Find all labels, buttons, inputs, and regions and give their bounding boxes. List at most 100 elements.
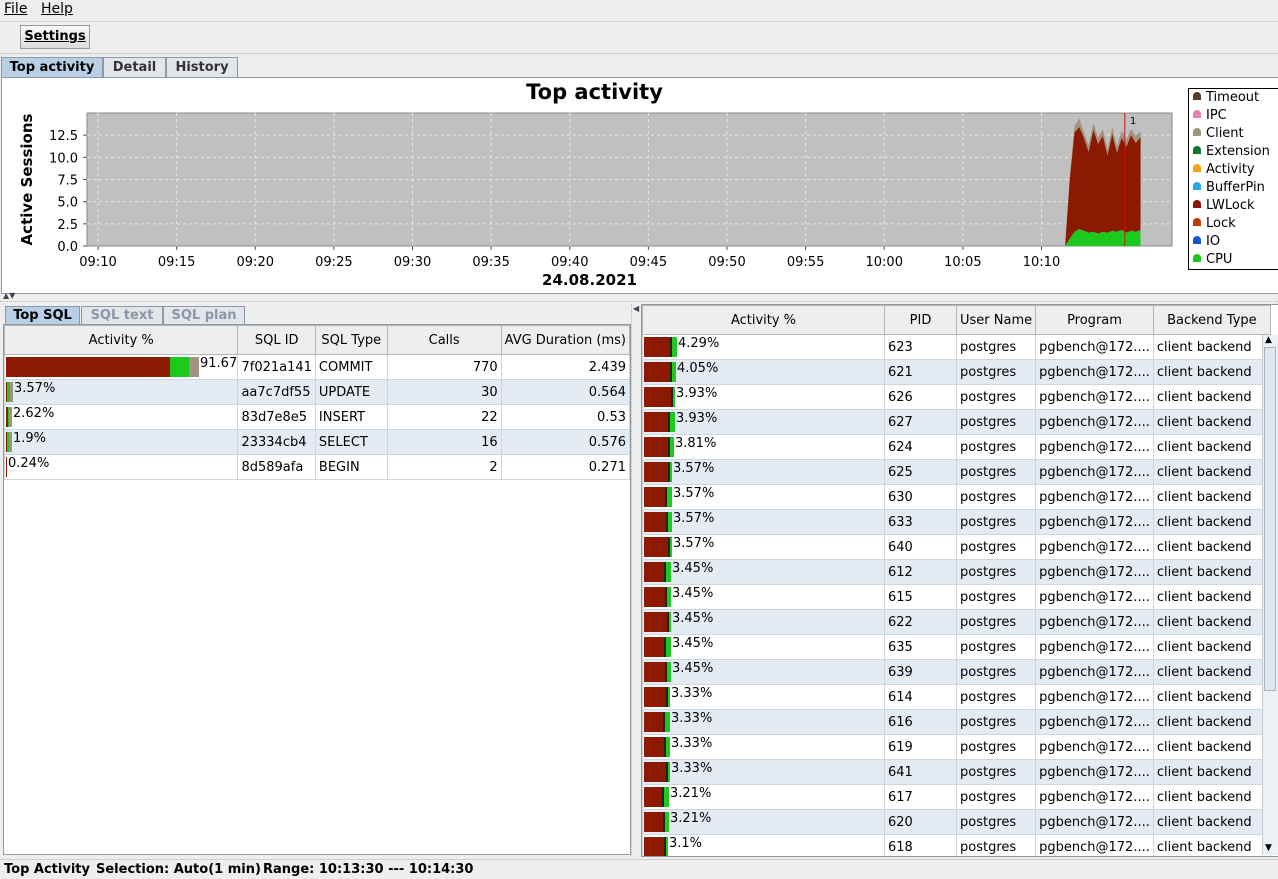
col-program[interactable]: Program (1035, 305, 1154, 335)
user-name: postgres (955, 584, 1037, 610)
tab-top-activity[interactable]: Top activity (1, 57, 103, 77)
col-user-name[interactable]: User Name (955, 305, 1037, 335)
pid: 617 (884, 784, 957, 810)
legend-item: CPU (1193, 251, 1232, 269)
legend-swatch-icon (1193, 200, 1201, 208)
user-name: postgres (955, 659, 1037, 685)
session-activity-bar (644, 812, 669, 832)
table-row[interactable]: 3.57% aa7c7df55 UPDATE 30 0.564 (4, 379, 630, 405)
session-activity-cell: 3.45% (642, 559, 885, 585)
col-activity[interactable]: Activity % (4, 325, 239, 355)
table-row[interactable]: 3.93% 626 postgres pgbench@172.... clien… (642, 384, 1271, 410)
user-name: postgres (955, 459, 1037, 485)
table-row[interactable]: 0.24% 8d589afa BEGIN 2 0.271 (4, 454, 630, 480)
settings-button[interactable]: Settings (20, 25, 90, 49)
table-row[interactable]: 2.62% 83d7e8e5 INSERT 22 0.53 (4, 404, 630, 430)
session-activity-cell: 4.05% (642, 359, 885, 385)
pid: 619 (884, 734, 957, 760)
x-tick-label: 09:25 (315, 255, 352, 270)
user-name: postgres (955, 409, 1037, 435)
menu-file[interactable]: File (4, 1, 27, 17)
tab-top-sql[interactable]: Top SQL (5, 306, 80, 325)
table-row[interactable]: 3.45% 639 postgres pgbench@172.... clien… (642, 659, 1271, 685)
col-sql-type[interactable]: SQL Type (314, 325, 388, 355)
session-activity-bar (644, 487, 672, 507)
session-activity-cell: 3.33% (642, 759, 885, 785)
table-row[interactable]: 3.45% 612 postgres pgbench@172.... clien… (642, 559, 1271, 585)
scroll-up-icon[interactable]: ▲ (1265, 335, 1272, 345)
backend-type: client backend (1152, 809, 1271, 835)
table-row[interactable]: 3.57% 630 postgres pgbench@172.... clien… (642, 484, 1271, 510)
tab-detail[interactable]: Detail (103, 57, 166, 77)
bar-lwlock (644, 362, 670, 382)
activity-label: 3.45% (672, 636, 714, 651)
table-row[interactable]: 3.45% 615 postgres pgbench@172.... clien… (642, 584, 1271, 610)
calls: 2 (386, 454, 502, 480)
table-row[interactable]: 3.81% 624 postgres pgbench@172.... clien… (642, 434, 1271, 460)
table-row[interactable]: 3.21% 617 postgres pgbench@172.... clien… (642, 784, 1271, 810)
table-row[interactable]: 3.33% 619 postgres pgbench@172.... clien… (642, 734, 1271, 760)
user-name: postgres (955, 834, 1037, 856)
vertical-splitter[interactable]: ◀ (631, 304, 640, 856)
col-backend-type[interactable]: Backend Type (1152, 305, 1271, 335)
bar-cpu (665, 712, 670, 732)
col-calls[interactable]: Calls (386, 325, 502, 355)
table-row[interactable]: 3.57% 633 postgres pgbench@172.... clien… (642, 509, 1271, 535)
status-selection: Selection: Auto(1 min) (96, 862, 261, 877)
backend-type: client backend (1152, 584, 1271, 610)
table-row[interactable]: 3.45% 622 postgres pgbench@172.... clien… (642, 609, 1271, 635)
col-avg-duration[interactable]: AVG Duration (ms) (500, 325, 630, 355)
collapse-arrows-icon[interactable]: ▲▼ (3, 291, 15, 300)
table-row[interactable]: 4.29% 623 postgres pgbench@172.... clien… (642, 334, 1271, 360)
table-row[interactable]: 3.57% 625 postgres pgbench@172.... clien… (642, 459, 1271, 485)
table-row[interactable]: 3.33% 616 postgres pgbench@172.... clien… (642, 709, 1271, 735)
backend-type: client backend (1152, 834, 1271, 856)
bar-cpu (670, 462, 672, 482)
table-row[interactable]: 3.45% 635 postgres pgbench@172.... clien… (642, 634, 1271, 660)
table-row[interactable]: 3.57% 640 postgres pgbench@172.... clien… (642, 534, 1271, 560)
activity-bar-cell: 91.67% (4, 354, 239, 380)
sessions-scrollbar[interactable]: ▲ ▼ (1262, 335, 1278, 855)
table-row[interactable]: 4.05% 621 postgres pgbench@172.... clien… (642, 359, 1271, 385)
table-row[interactable]: 3.33% 641 postgres pgbench@172.... clien… (642, 759, 1271, 785)
backend-type: client backend (1152, 384, 1271, 410)
bar-client (9, 432, 12, 452)
pid: 635 (884, 634, 957, 660)
bar-cpu (664, 787, 669, 807)
table-row[interactable]: 3.33% 614 postgres pgbench@172.... clien… (642, 684, 1271, 710)
table-row[interactable]: 1.9% 23334cb4 SELECT 16 0.576 (4, 429, 630, 455)
activity-label: 3.93% (676, 386, 718, 401)
session-activity-bar (644, 562, 671, 582)
bar-cpu (667, 587, 671, 607)
table-row[interactable]: 3.93% 627 postgres pgbench@172.... clien… (642, 409, 1271, 435)
legend-swatch-icon (1193, 128, 1201, 136)
activity-chart[interactable]: 0.0 2.5 5.0 7.5 10.0 12.5 09:10 09:15 09:20 09:25… (2, 78, 1187, 291)
backend-type: client backend (1152, 734, 1271, 760)
backend-type: client backend (1152, 709, 1271, 735)
bar-lwlock (644, 562, 664, 582)
horizontal-splitter[interactable]: ▲▼ (0, 291, 1278, 302)
scroll-down-icon[interactable]: ▼ (1265, 843, 1272, 853)
x-tick-label: 09:45 (630, 255, 667, 270)
bar-cpu (665, 812, 669, 832)
activity-bar (6, 432, 12, 452)
tab-sql-plan[interactable]: SQL plan (163, 306, 245, 325)
table-row[interactable]: 91.67% 7f021a141 COMMIT 770 2.439 (4, 354, 630, 380)
scroll-thumb[interactable] (1264, 347, 1276, 691)
table-row[interactable]: 3.1% 618 postgres pgbench@172.... client… (642, 834, 1271, 856)
tab-history[interactable]: History (166, 57, 238, 77)
session-activity-cell: 3.45% (642, 584, 885, 610)
tab-sql-text[interactable]: SQL text (81, 306, 163, 325)
col-sql-id[interactable]: SQL ID (237, 325, 316, 355)
col-session-activity[interactable]: Activity % (642, 305, 885, 335)
table-row[interactable]: 3.21% 620 postgres pgbench@172.... clien… (642, 809, 1271, 835)
status-view: Top Activity (4, 862, 90, 877)
y-tick-label: 5.0 (57, 196, 78, 211)
activity-label: 3.45% (672, 586, 714, 601)
collapse-left-icon[interactable]: ◀ (633, 304, 639, 313)
pid: 616 (884, 709, 957, 735)
col-pid[interactable]: PID (884, 305, 957, 335)
menu-help[interactable]: Help (41, 1, 73, 17)
session-activity-bar (644, 787, 669, 807)
program: pgbench@172.... (1035, 384, 1154, 410)
